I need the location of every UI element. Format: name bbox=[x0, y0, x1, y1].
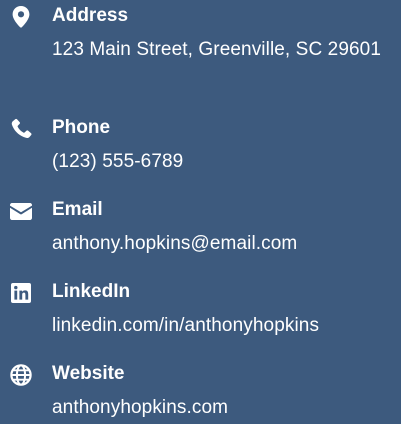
phone-value: (123) 555-6789 bbox=[52, 151, 184, 172]
globe-icon bbox=[9, 364, 33, 386]
website-label: Website bbox=[52, 363, 125, 384]
email-label: Email bbox=[52, 199, 103, 220]
map-marker-icon bbox=[9, 6, 33, 28]
linkedin-icon bbox=[9, 282, 33, 304]
phone-icon bbox=[9, 118, 33, 140]
phone-label: Phone bbox=[52, 117, 111, 138]
website-link[interactable]: anthonyhopkins.com bbox=[52, 392, 397, 424]
linkedin-link[interactable]: linkedin.com/in/anthonyhopkins bbox=[52, 310, 397, 342]
contact-list: Address 123 Main Street, Greenville, SC … bbox=[0, 0, 401, 419]
linkedin-label: LinkedIn bbox=[52, 281, 131, 302]
email-value: anthony.hopkins@email.com bbox=[52, 233, 298, 254]
address-value: 123 Main Street, Greenville, SC 29601 bbox=[52, 39, 381, 60]
envelope-icon bbox=[9, 200, 33, 222]
address-label: Address bbox=[52, 5, 129, 26]
